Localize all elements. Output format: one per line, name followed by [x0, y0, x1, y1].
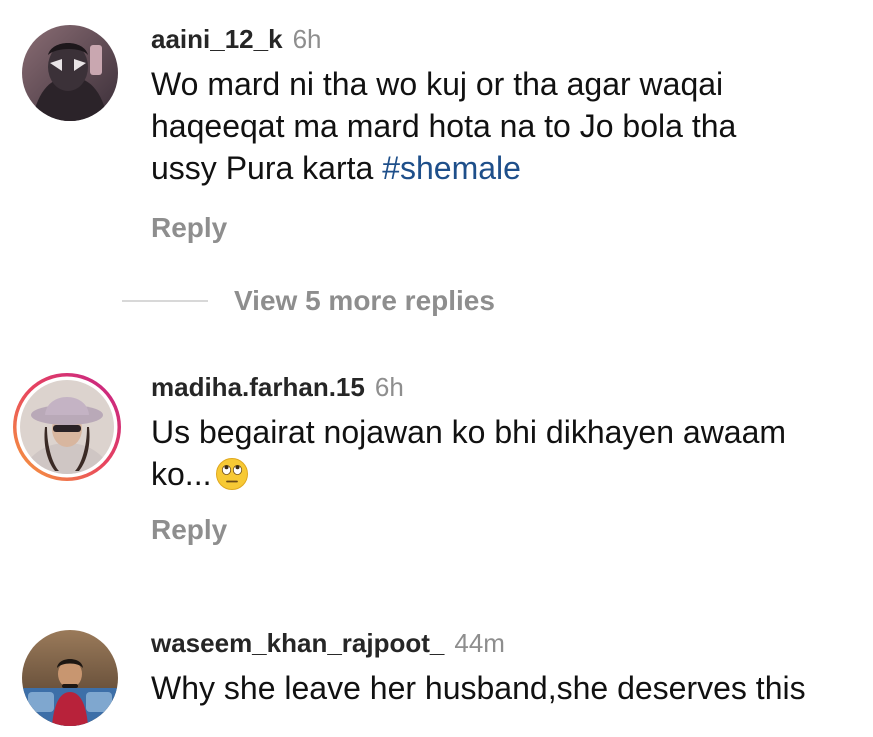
reply-button[interactable]: Reply — [151, 513, 863, 547]
username[interactable]: waseem_khan_rajpoot_ — [151, 628, 444, 658]
story-ring-icon — [13, 373, 121, 481]
username[interactable]: madiha.farhan.15 — [151, 372, 365, 402]
user-avatar-image — [22, 25, 118, 121]
comment-text-line: ussy Pura karta #shemale — [151, 147, 863, 189]
hashtag-link[interactable]: #shemale — [382, 150, 521, 186]
comment-text-line: haqeeqat ma mard hota na to Jo bola tha — [151, 108, 737, 144]
comment-meta: madiha.farhan.15 6h — [151, 371, 863, 403]
comment-text: Why she leave her husband,she deserves t… — [151, 667, 863, 709]
comment-text-line: ko... — [151, 453, 863, 495]
comment-text-segment: ussy Pura karta — [151, 150, 383, 186]
comment-text-line: Wo mard ni tha wo kuj or tha agar waqai — [151, 66, 724, 102]
comment-meta: waseem_khan_rajpoot_ 44m — [151, 627, 863, 659]
username[interactable]: aaini_12_k — [151, 24, 283, 54]
reply-button[interactable]: Reply — [151, 211, 863, 245]
view-more-replies-label: View 5 more replies — [234, 285, 495, 316]
comment-text-segment: ko... — [151, 456, 212, 492]
avatar-with-story-ring[interactable] — [11, 371, 123, 483]
replies-divider-line — [122, 300, 208, 302]
comment-text: Wo mard ni tha wo kuj or tha agar waqai … — [151, 63, 863, 189]
timestamp: 44m — [454, 628, 505, 658]
avatar[interactable] — [22, 630, 118, 726]
comment-text: Us begairat nojawan ko bhi dikhayen awaa… — [151, 411, 863, 495]
comment-text-line: Why she leave her husband,she deserves t… — [151, 670, 806, 706]
user-avatar-image — [22, 630, 118, 726]
avatar[interactable] — [22, 25, 118, 121]
view-more-replies-button[interactable]: View 5 more replies — [122, 283, 495, 319]
timestamp: 6h — [292, 24, 322, 54]
comment-meta: aaini_12_k 6h — [151, 23, 863, 55]
timestamp: 6h — [374, 372, 404, 402]
face-with-rolling-eyes-icon — [215, 457, 249, 491]
comment-text-line: Us begairat nojawan ko bhi dikhayen awaa… — [151, 414, 787, 450]
